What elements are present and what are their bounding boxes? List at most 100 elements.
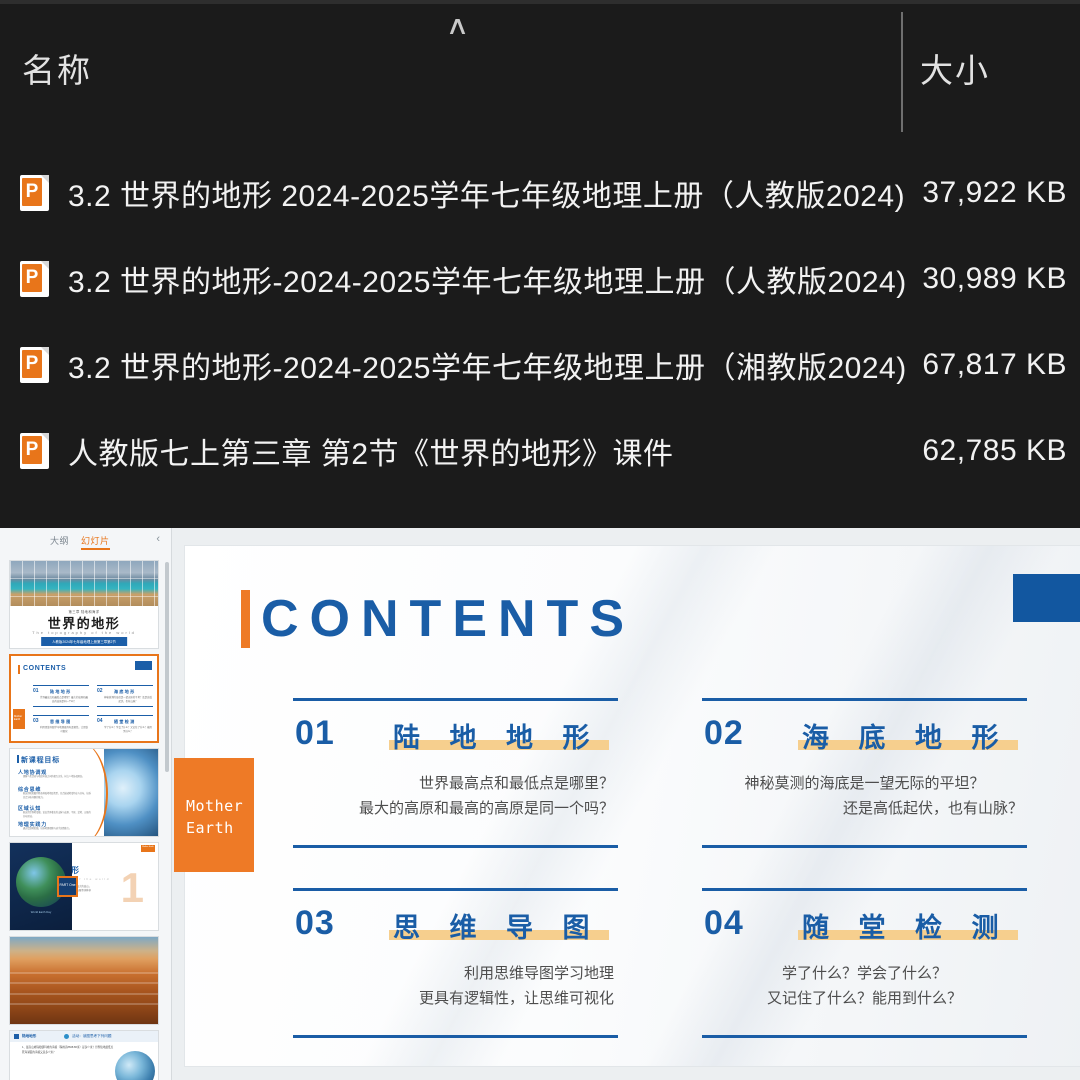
tab-slides[interactable]: 幻灯片 xyxy=(81,534,110,550)
slide-navigator-sidebar: 大纲 幻灯片 ‹ 第三章 陆地和海洋 世界的地形 The topography … xyxy=(0,528,172,1080)
thumb-content-item: 01 陆地地形 世界最高点和最低点是哪里？最大的高原和最高的高原是同一个吗？ xyxy=(33,685,89,707)
file-list-header: ∧ 名称 大小 xyxy=(0,4,1080,132)
contents-item-01[interactable]: 01 陆 地 地 形 世界最高点和最低点是哪里？ 最大的高原和最高的高原是同一个… xyxy=(293,698,618,848)
contents-item-03[interactable]: 03 思 维 导 图 利用思维导图学习地理 更具有逻辑性，让思维可视化 xyxy=(293,888,618,1038)
item-desc-line-1: 世界最高点和最低点是哪里？ xyxy=(418,776,614,792)
file-name: 3.2 世界的地形-2024-2025学年七年级地理上册（湘教版2024) xyxy=(68,352,907,385)
earth-globe-image xyxy=(115,1051,155,1080)
table-row[interactable]: 人教版七上第三章 第2节《世界的地形》课件 62,785 KB xyxy=(0,408,1080,494)
powerpoint-editor: 大纲 幻灯片 ‹ 第三章 陆地和海洋 世界的地形 The topography … xyxy=(0,528,1080,1080)
column-divider[interactable] xyxy=(901,12,903,132)
item-label: 海底地形 xyxy=(113,689,136,694)
thumb-content-item: 02 海底地形 神秘莫测的海底是一望无际的平坦？还是高低起伏，也有山脉？ xyxy=(97,685,153,707)
rule xyxy=(702,888,1027,891)
title-accent-bar xyxy=(241,590,250,648)
rule xyxy=(702,1035,1027,1038)
rule xyxy=(97,706,153,707)
rule xyxy=(33,715,89,716)
column-header-size[interactable]: 大小 xyxy=(920,44,990,92)
activity-label: 活动：读图思考下列问题 xyxy=(72,1034,112,1038)
item-desc-line-1: 学了什么？学会了什么？ xyxy=(781,966,947,982)
powerpoint-file-icon xyxy=(20,347,49,383)
item-number: 01 xyxy=(295,714,335,752)
list-item[interactable]: 第三章 陆地和海洋 世界的地形 The topography of the wo… xyxy=(9,560,159,649)
section-body: 能运用地形图判断各种陆地地形类型，综合描述地形特征与分布，培养综合分析问题的能力… xyxy=(23,793,91,799)
rule xyxy=(33,685,89,686)
thumbnail-list[interactable]: 第三章 陆地和海洋 世界的地形 The topography of the wo… xyxy=(0,555,172,1080)
rule xyxy=(97,715,153,716)
thumb-body: 1、最高山峰珠穆朗玛峰的海拔（珠峰高8848.86米）是多少米？世界陆地最低点死… xyxy=(22,1046,114,1054)
page-title: CONTENTS xyxy=(261,590,635,648)
file-size: 37,922 KB xyxy=(922,176,1067,209)
table-row[interactable]: 3.2 世界的地形-2024-2025学年七年级地理上册（人教版2024) 30… xyxy=(0,236,1080,322)
item-label: 思 维 导 图 xyxy=(393,913,601,943)
powerpoint-file-icon xyxy=(20,433,49,469)
file-explorer-panel: ∧ 名称 大小 3.2 世界的地形 2024-2025学年七年级地理上册（人教版… xyxy=(0,0,1080,528)
section-body: 通过绘制地形图，培养地理观察与动手实践能力。 xyxy=(23,828,72,830)
section-heading: 人地协调观 xyxy=(18,770,48,776)
thumb-accent-bar xyxy=(18,665,20,674)
thumb-caption: World Earth Day xyxy=(30,910,52,914)
item-desc: 利用思维导图学习地理更具有逻辑性，让思维可视化 xyxy=(40,726,88,733)
landscape-photo xyxy=(10,937,158,1024)
thumb-content-item: 04 随堂检测 学了什么？学会了什么？又记住了什么？能用到什么？ xyxy=(97,715,153,733)
rule xyxy=(293,888,618,891)
current-slide[interactable]: CONTENTS 01 陆 地 地 形 世界最高点和最低点是哪里？ 最大的高原和… xyxy=(174,546,1080,1066)
table-row[interactable]: 3.2 世界的地形 2024-2025学年七年级地理上册（人教版2024) 37… xyxy=(0,150,1080,236)
file-name: 3.2 世界的地形-2024-2025学年七年级地理上册（人教版2024) xyxy=(68,266,907,299)
part-badge: PART One xyxy=(57,876,78,897)
photo-grid-overlay xyxy=(10,561,158,607)
powerpoint-file-icon xyxy=(20,175,49,211)
mother-earth-side-tab[interactable]: Mother Earth xyxy=(174,758,254,872)
corner-tag: Mother Earth xyxy=(141,845,155,852)
thumb-title: 新课程目标 xyxy=(21,757,60,764)
thumb-blue-rect xyxy=(135,661,152,670)
item-label: 陆地地形 xyxy=(49,689,72,694)
item-desc: 神秘莫测的海底是一望无际的平坦？还是高低起伏，也有山脉？ xyxy=(104,696,152,703)
rule xyxy=(702,845,1027,848)
file-size: 62,785 KB xyxy=(922,434,1067,467)
list-item[interactable] xyxy=(9,936,159,1025)
section-icon xyxy=(14,1034,19,1039)
sidebar-scrollbar[interactable] xyxy=(165,562,169,772)
list-item[interactable]: 新课程目标 人地协调观 理解人类活动与地形环境之间的相互关系，树立人地协调观念。… xyxy=(9,748,159,837)
file-name: 人教版七上第三章 第2节《世界的地形》课件 xyxy=(68,438,674,471)
section-heading: 综合思维 xyxy=(18,787,42,793)
item-desc-line-2: 还是高低起伏，也有山脉？ xyxy=(842,801,1023,817)
side-tab-line-2: Earth xyxy=(186,818,234,837)
list-item[interactable]: CONTENTS Mother Earth 01 陆地地形 世界最高点和最低点是… xyxy=(9,654,159,743)
item-desc-line-1: 利用思维导图学习地理 xyxy=(463,966,614,982)
section-heading: 地理实践力 xyxy=(18,822,48,828)
sort-ascending-caret-icon[interactable]: ∧ xyxy=(446,12,470,38)
sidebar-tab-bar: 大纲 幻灯片 ‹ xyxy=(0,528,172,555)
list-item[interactable]: 1 陆地地形 The topography of the world 地球表面形… xyxy=(9,842,159,931)
slide-blue-decoration xyxy=(1013,574,1080,622)
big-number-watermark: 1 xyxy=(120,864,144,911)
item-desc-line-2: 又记住了什么？能用到什么？ xyxy=(766,991,962,1007)
table-row[interactable]: 3.2 世界的地形-2024-2025学年七年级地理上册（湘教版2024) 67… xyxy=(0,322,1080,408)
column-header-name[interactable]: 名称 xyxy=(22,44,92,92)
item-label: 随 堂 检 测 xyxy=(802,913,1010,943)
rule xyxy=(97,685,153,686)
contents-item-04[interactable]: 04 随 堂 检 测 学了什么？学会了什么？ 又记住了什么？能用到什么？ xyxy=(702,888,1027,1038)
list-item[interactable]: 陆地地形 活动：读图思考下列问题 1、最高山峰珠穆朗玛峰的海拔（珠峰高8848.… xyxy=(9,1030,159,1080)
thumb-header-title: 陆地地形 xyxy=(22,1034,37,1038)
rule xyxy=(33,706,89,707)
item-desc-line-2: 更具有逻辑性，让思维可视化 xyxy=(418,991,614,1007)
item-desc-line-1: 神秘莫测的海底是一望无际的平坦？ xyxy=(744,776,985,792)
contents-item-02[interactable]: 02 海 底 地 形 神秘莫测的海底是一望无际的平坦？ 还是高低起伏，也有山脉？ xyxy=(702,698,1027,848)
file-size: 30,989 KB xyxy=(922,262,1067,295)
item-label: 陆 地 地 形 xyxy=(393,723,601,753)
item-number: 04 xyxy=(704,904,744,942)
item-desc: 学了什么？学会了什么？又记住了什么？能用到什么？ xyxy=(104,726,152,733)
item-label: 随堂检测 xyxy=(113,719,136,724)
chevron-left-icon[interactable]: ‹ xyxy=(156,534,160,545)
item-number: 03 xyxy=(295,904,335,942)
rule xyxy=(293,845,618,848)
section-heading: 区域认知 xyxy=(18,806,42,812)
file-size: 67,817 KB xyxy=(922,348,1067,381)
rule xyxy=(293,1035,618,1038)
thumb-accent-bar xyxy=(17,755,19,763)
item-number: 02 xyxy=(704,714,744,752)
tab-outline[interactable]: 大纲 xyxy=(50,534,69,550)
